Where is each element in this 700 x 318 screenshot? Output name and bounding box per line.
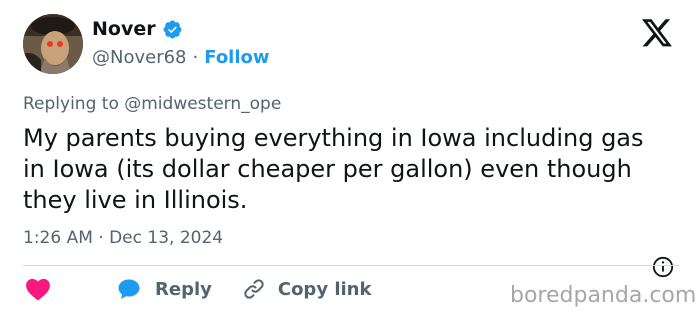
like-button[interactable] [23, 277, 51, 301]
avatar[interactable] [23, 14, 83, 74]
reply-bubble-icon [118, 279, 140, 299]
heart-icon [26, 278, 50, 301]
divider [23, 265, 679, 266]
separator-dot: · [192, 47, 199, 68]
x-logo-icon[interactable] [642, 19, 673, 48]
avatar-image [23, 14, 83, 74]
watermark: boredpanda.com [510, 283, 697, 308]
info-icon[interactable] [652, 256, 674, 278]
author-display-name[interactable]: Nover [92, 18, 156, 40]
author-handle[interactable]: @Nover68 [92, 47, 187, 68]
link-icon [244, 279, 264, 299]
author-name-row: Nover [92, 18, 183, 40]
action-bar: Reply Copy link [23, 277, 371, 301]
copy-link-button[interactable]: Copy link [212, 277, 372, 301]
reply-label: Reply [155, 278, 212, 300]
verified-badge-icon [163, 20, 182, 38]
replying-to-line: Replying to @midwestern_ope [23, 94, 281, 114]
copy-link-label: Copy link [277, 278, 372, 300]
replying-to-prefix: Replying to [23, 94, 119, 114]
reply-button[interactable]: Reply [51, 278, 212, 300]
tweet-text: My parents buying everything in Iowa inc… [23, 124, 644, 214]
author-handle-row: @Nover68 · Follow [92, 47, 270, 68]
tweet-timestamp[interactable]: 1:26 AM · Dec 13, 2024 [23, 228, 223, 248]
follow-button[interactable]: Follow [204, 47, 269, 68]
reply-mention-link[interactable]: @midwestern_ope [124, 94, 281, 114]
